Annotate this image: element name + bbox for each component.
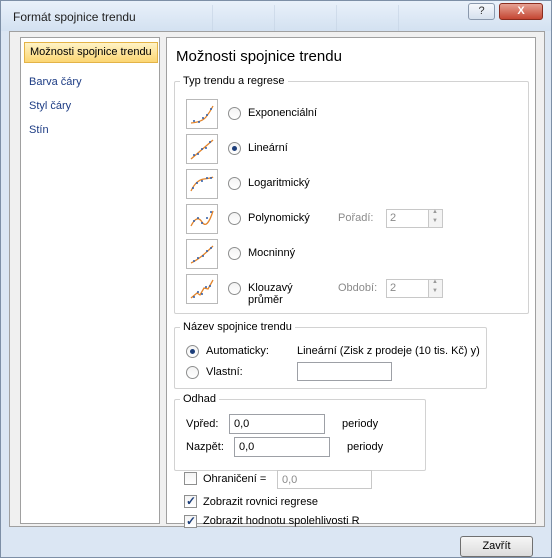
period-label: Období: [338,282,378,294]
period-spinner[interactable]: 2 [386,279,443,298]
exponential-radio[interactable] [228,107,241,120]
dialog-title: Formát spojnice trendu [13,10,136,24]
polynomial-label: Polynomický [248,212,310,224]
pane-title: Možnosti spojnice trendu [176,48,342,65]
nav-item-shadow[interactable]: Stín [24,120,158,141]
intercept-input[interactable]: 0,0 [277,470,372,489]
show-rsquared-label: Zobrazit hodnotu spolehlivosti R [203,515,360,527]
trend-type-group: Typ trendu a regrese Exponenciální Lineá… [174,75,529,314]
moving-average-chart-icon [186,274,218,304]
name-custom-radio[interactable] [186,366,199,379]
power-radio[interactable] [228,247,241,260]
power-label: Mocninný [248,247,296,259]
nav-item-trendline-options[interactable]: Možnosti spojnice trendu [24,42,158,63]
name-custom-label: Vlastní: [206,366,243,378]
name-automatic-value: Lineární (Zisk z prodeje (10 tis. Kč) y) [297,345,480,357]
order-spin-arrows-icon[interactable] [428,209,442,227]
period-value: 2 [390,282,397,294]
forecast-backward-label: Nazpět: [186,441,224,453]
forecast-forward-input[interactable]: 0,0 [229,414,325,434]
power-chart-icon [186,239,218,269]
title-bar[interactable]: Formát spojnice trendu ? X [1,1,551,31]
forecast-backward-unit: periody [347,441,384,453]
logarithmic-label: Logaritmický [248,177,310,189]
exponential-label: Exponenciální [248,107,318,119]
logarithmic-chart-icon [186,169,218,199]
dialog-window: Formát spojnice trendu ? X Možnosti spoj… [0,0,552,558]
forecast-forward-unit: periody [342,418,379,430]
exponential-chart-icon [186,99,218,129]
nav-item-line-color[interactable]: Barva čáry [24,72,158,93]
name-automatic-label: Automaticky: [206,345,269,357]
background-sheet-grid [151,5,451,31]
polynomial-chart-icon [186,204,218,234]
name-custom-input[interactable] [297,362,392,381]
nav-item-line-style[interactable]: Styl čáry [24,96,158,117]
linear-chart-icon [186,134,218,164]
show-equation-label: Zobrazit rovnici regrese [203,496,318,508]
polynomial-radio[interactable] [228,212,241,225]
forecast-backward-input[interactable]: 0,0 [234,437,330,457]
name-automatic-radio[interactable] [186,345,199,358]
intercept-label: Ohraničení = [203,473,267,485]
period-spin-arrows-icon[interactable] [428,279,442,297]
show-rsquared-checkbox[interactable] [184,514,197,528]
forecast-group-title: Odhad [180,393,220,405]
trendline-name-group-title: Název spojnice trendu [180,321,295,333]
show-equation-checkbox[interactable] [184,494,197,508]
help-button[interactable]: ? [468,3,495,20]
dialog-client-area: Možnosti spojnice trendu Barva čáry Styl… [9,31,545,528]
order-value: 2 [390,212,397,224]
moving-average-label: Klouzavý průměr [248,282,293,306]
trend-type-group-title: Typ trendu a regrese [180,75,288,87]
forecast-group: Odhad Vpřed: 0,0 periody Nazpět: 0,0 per… [174,393,426,471]
window-close-button[interactable]: X [499,3,543,20]
linear-label: Lineární [248,142,288,154]
trendline-name-group: Název spojnice trendu Automaticky: Lineá… [174,321,487,389]
options-nav: Možnosti spojnice trendu Barva čáry Styl… [20,37,160,524]
logarithmic-radio[interactable] [228,177,241,190]
order-label: Pořadí: [338,212,374,224]
moving-average-radio[interactable] [228,282,241,295]
forecast-forward-label: Vpřed: [186,418,219,430]
intercept-checkbox[interactable] [184,472,197,485]
linear-radio[interactable] [228,142,241,155]
close-button[interactable]: Zavřít [460,536,533,557]
options-pane: Možnosti spojnice trendu Typ trendu a re… [166,37,536,528]
order-spinner[interactable]: 2 [386,209,443,228]
